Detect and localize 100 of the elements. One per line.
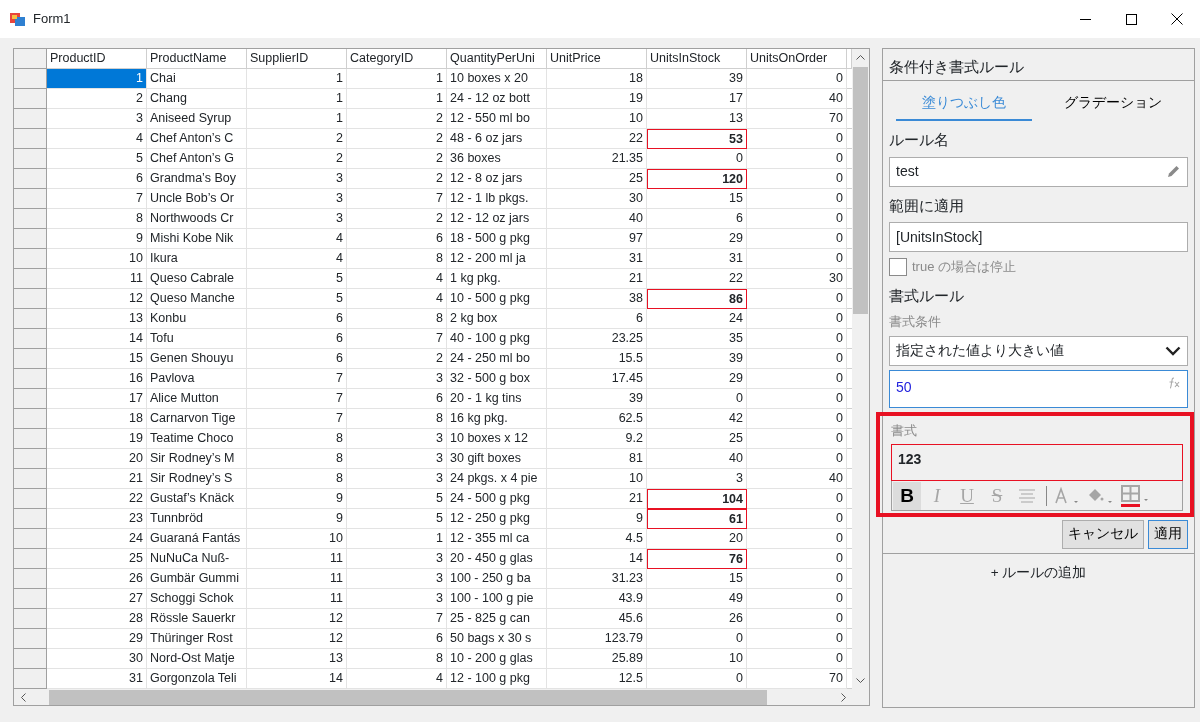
row-header[interactable] [14,569,47,589]
table-cell: 7 [347,329,447,349]
scroll-right-icon[interactable] [840,692,847,702]
table-cell: 11 [247,569,347,589]
table-cell: 3 [247,169,347,189]
row-header[interactable] [14,189,47,209]
add-rule-link[interactable]: + ルールの追加 [990,564,1087,580]
row-header[interactable] [14,589,47,609]
table-cell: 6 [347,629,447,649]
table-cell: 31 [547,249,647,269]
row-header[interactable] [14,549,47,569]
table-cell: 32 - 500 g box [447,369,547,389]
tab[interactable]: グラデーション [1045,87,1182,122]
bold-button[interactable]: B [893,481,921,510]
table-cell: 29 [647,229,747,249]
table-cell: Sir Rodney’s M [147,449,247,469]
row-header[interactable] [14,429,47,449]
row-header[interactable] [14,469,47,489]
checkbox[interactable] [889,258,907,276]
input-field[interactable]: test [889,156,1188,187]
table-cell: 36 boxes [447,149,547,169]
row-header[interactable] [14,449,47,469]
table-cell: 8 [247,449,347,469]
table-cell: 3 [47,109,147,129]
row-header[interactable] [14,129,47,149]
row-header[interactable] [14,69,47,89]
scroll-left-icon[interactable] [19,692,26,702]
row-header[interactable] [14,229,47,249]
row-header[interactable] [14,649,47,669]
row-header[interactable] [14,329,47,349]
table-cell: 3 [647,469,747,489]
column-header[interactable]: QuantityPerUni [447,49,547,69]
column-header[interactable]: SupplierID [247,49,347,69]
row-header[interactable] [14,149,47,169]
row-header[interactable] [14,509,47,529]
column-header[interactable]: ProductName [147,49,247,69]
corner-header[interactable] [14,49,47,69]
table-cell: 4 [47,129,147,149]
table-cell: 9 [547,509,647,529]
table-cell: 25 [47,549,147,569]
row-header[interactable] [14,629,47,649]
table-cell: 2 [347,129,447,149]
chevron-down-icon[interactable] [1165,345,1181,356]
table-cell: 22 [47,489,147,509]
row-header[interactable] [14,369,47,389]
table-cell: 3 [347,549,447,569]
input-field[interactable]: [UnitsInStock] [889,222,1188,253]
apply-button[interactable]: 適用 [1148,520,1188,549]
column-header[interactable]: ProductID [47,49,147,69]
row-header[interactable] [14,609,47,629]
table-cell: 45.6 [547,609,647,629]
table-cell: 21 [547,269,647,289]
table-cell: Aniseed Syrup [147,109,247,129]
cancel-button[interactable]: キャンセル [1062,520,1144,549]
table-cell: 8 [347,649,447,669]
condition-dropdown[interactable]: 指定された値より大きい値 [889,335,1188,366]
row-header[interactable] [14,389,47,409]
table-cell: 13 [247,649,347,669]
pencil-icon[interactable] [1166,164,1181,180]
table-cell: 20 [647,529,747,549]
table-cell: 11 [47,269,147,289]
row-header[interactable] [14,309,47,329]
table-cell: 40 [547,209,647,229]
row-header[interactable] [14,409,47,429]
table-cell: 76 [647,549,747,569]
row-header[interactable] [14,289,47,309]
table-cell: 6 [247,349,347,369]
maximize-icon [1125,13,1137,25]
column-header[interactable]: UnitsInStock [647,49,747,69]
row-header[interactable] [14,89,47,109]
table-cell: 2 [347,209,447,229]
table-cell: Pavlova [147,369,247,389]
table-cell: 25 - 825 g can [447,609,547,629]
vertical-scrollbar[interactable] [852,49,869,689]
format-preview: 123 [891,444,1183,482]
row-header[interactable] [14,109,47,129]
row-header[interactable] [14,529,47,549]
table-cell: 3 [347,429,447,449]
table-cell: 38 [547,289,647,309]
row-header[interactable] [14,489,47,509]
table-cell: 43.9 [547,589,647,609]
value-field[interactable]: 50 [889,369,1188,408]
row-header[interactable] [14,169,47,189]
table-cell: 42 [647,409,747,429]
column-header[interactable]: UnitsOnOrder [747,49,847,69]
table-cell: 2 [47,89,147,109]
table-cell: Guaraná Fantás [147,529,247,549]
row-header[interactable] [14,209,47,229]
row-header[interactable] [14,269,47,289]
horizontal-scrollbar[interactable] [14,689,869,705]
scroll-down-icon[interactable] [856,678,865,684]
scroll-up-icon[interactable] [856,54,865,60]
column-header[interactable]: UnitPrice [547,49,647,69]
table-cell: 13 [647,109,747,129]
row-header[interactable] [14,349,47,369]
table-cell: Ikura [147,249,247,269]
column-header[interactable]: CategoryID [347,49,447,69]
table-cell: 29 [647,369,747,389]
row-header[interactable] [14,249,47,269]
table-cell: 61 [647,509,747,529]
